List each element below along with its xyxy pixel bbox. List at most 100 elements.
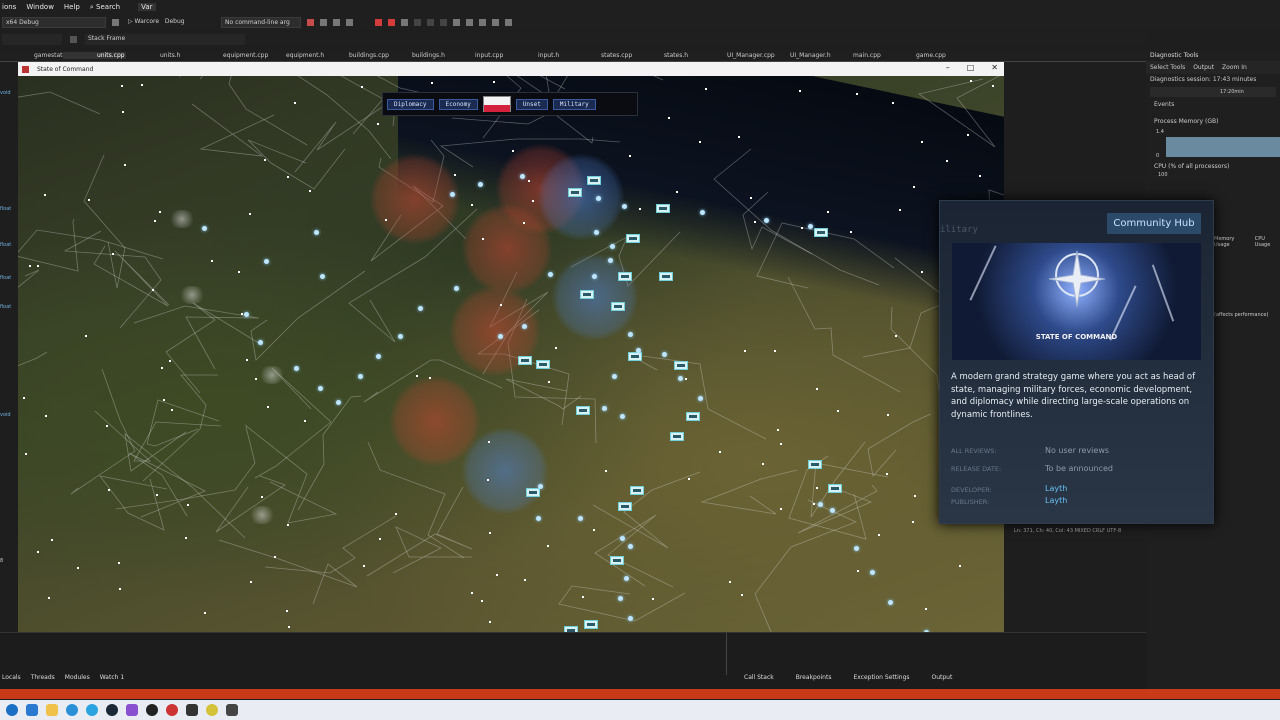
supply-node-icon[interactable] [628,616,633,621]
supply-node-icon[interactable] [336,400,341,405]
filter-icon[interactable] [320,18,327,26]
supply-node-icon[interactable] [520,174,525,179]
stop-icon[interactable] [388,18,395,26]
unset-button[interactable]: Unset [515,98,548,110]
file-tab[interactable]: input.h [504,52,567,59]
output-button[interactable]: Output [1193,64,1214,71]
unit-icon[interactable] [686,412,700,421]
step-out-icon[interactable] [440,18,447,26]
file-tab[interactable]: game.cpp [882,52,946,59]
steam-icon[interactable] [106,704,118,716]
menu-item[interactable]: ions [2,3,16,11]
comment-icon[interactable] [492,18,499,26]
bookmark-icon[interactable] [479,18,486,26]
output-tab[interactable]: Output [932,674,953,684]
restart-icon[interactable] [401,18,408,26]
unit-icon[interactable] [584,620,598,629]
supply-node-icon[interactable] [594,230,599,235]
modules-tab[interactable]: Modules [65,674,90,684]
supply-node-icon[interactable] [592,274,597,279]
unit-icon[interactable] [618,272,632,281]
supply-node-icon[interactable] [870,570,875,575]
undo-icon[interactable] [112,18,119,26]
supply-node-icon[interactable] [830,508,835,513]
supply-node-icon[interactable] [376,354,381,359]
process-dropdown[interactable] [2,33,62,45]
unit-icon[interactable] [808,460,822,469]
developer-link[interactable]: Layth [1045,484,1067,493]
supply-node-icon[interactable] [622,204,627,209]
supply-node-icon[interactable] [398,334,403,339]
file-tab[interactable]: UI_Manager.cpp [693,52,775,59]
supply-node-icon[interactable] [620,414,625,419]
supply-node-icon[interactable] [358,374,363,379]
supply-node-icon[interactable] [700,210,705,215]
watch-tab[interactable]: Watch 1 [100,674,124,684]
supply-node-icon[interactable] [618,596,623,601]
supply-node-icon[interactable] [418,306,423,311]
unit-icon[interactable] [674,361,688,370]
zoom-in-button[interactable]: Zoom In [1222,64,1247,71]
unit-icon[interactable] [610,556,624,565]
unit-icon[interactable] [618,502,632,511]
cmdline-field[interactable]: No command-line arg [221,16,301,28]
search-app-icon[interactable] [206,704,218,716]
unit-icon[interactable] [630,486,644,495]
file-tab[interactable]: UI_Manager.h [756,52,831,59]
unit-icon[interactable] [576,406,590,415]
unit-icon[interactable] [611,302,625,311]
file-explorer-icon[interactable] [46,704,58,716]
supply-node-icon[interactable] [498,334,503,339]
unit-icon[interactable] [626,234,640,243]
unit-icon[interactable] [670,432,684,441]
file-tab[interactable]: input.cpp [441,52,504,59]
minimize-icon[interactable]: – [946,63,950,72]
task-view-icon[interactable] [26,704,38,716]
supply-node-icon[interactable] [320,274,325,279]
supply-node-icon[interactable] [244,312,249,317]
breakpoint-icon[interactable] [453,18,460,26]
layout-icon[interactable] [346,18,353,26]
supply-node-icon[interactable] [628,332,633,337]
unit-icon[interactable] [526,488,540,497]
file-tab[interactable]: equipment.cpp [189,52,268,59]
supply-node-icon[interactable] [636,348,641,353]
timeline-ruler[interactable]: 17:20min [1150,87,1276,97]
military-button[interactable]: Military [552,98,596,110]
file-tab[interactable]: equipment.h [252,52,324,59]
file-tab[interactable]: units.cpp [63,52,126,59]
cpu-header[interactable]: CPU (% of all processors) [1146,161,1280,172]
pause-icon[interactable] [375,18,382,26]
supply-node-icon[interactable] [258,340,263,345]
hot-reload-icon[interactable] [466,18,473,26]
strategy-map[interactable]: Diplomacy Economy Unset Military [18,76,1004,632]
unit-icon[interactable] [659,272,673,281]
obs-icon[interactable] [146,704,158,716]
file-tab[interactable]: units.h [126,52,189,59]
supply-node-icon[interactable] [314,230,319,235]
supply-node-icon[interactable] [578,516,583,521]
supply-node-icon[interactable] [620,536,625,541]
economy-button[interactable]: Economy [438,98,478,110]
stackframe-dropdown[interactable]: Stack Frame [85,33,245,45]
game-titlebar[interactable]: State of Command – □ ✕ [18,62,1004,76]
supply-node-icon[interactable] [602,406,607,411]
nation-flag[interactable] [482,96,511,112]
diplomacy-button[interactable]: Diplomacy [387,98,434,110]
supply-node-icon[interactable] [610,244,615,249]
unit-icon[interactable] [814,228,828,237]
unit-icon[interactable] [587,176,601,185]
browser-icon[interactable] [66,704,78,716]
file-tab[interactable]: gamestate.h [0,52,72,59]
supply-node-icon[interactable] [454,286,459,291]
platform-dropdown[interactable]: x64 Debug [2,16,106,28]
format-icon[interactable] [505,18,512,26]
supply-node-icon[interactable] [536,516,541,521]
call-stack-tab[interactable]: Call Stack [744,674,774,684]
supply-node-icon[interactable] [548,272,553,277]
memory-usage-tab[interactable]: Memory Usage [1214,236,1249,248]
file-tab[interactable]: buildings.h [378,52,445,59]
debug-icon[interactable] [307,18,314,26]
threads-tab[interactable]: Threads [31,674,55,684]
supply-node-icon[interactable] [318,386,323,391]
